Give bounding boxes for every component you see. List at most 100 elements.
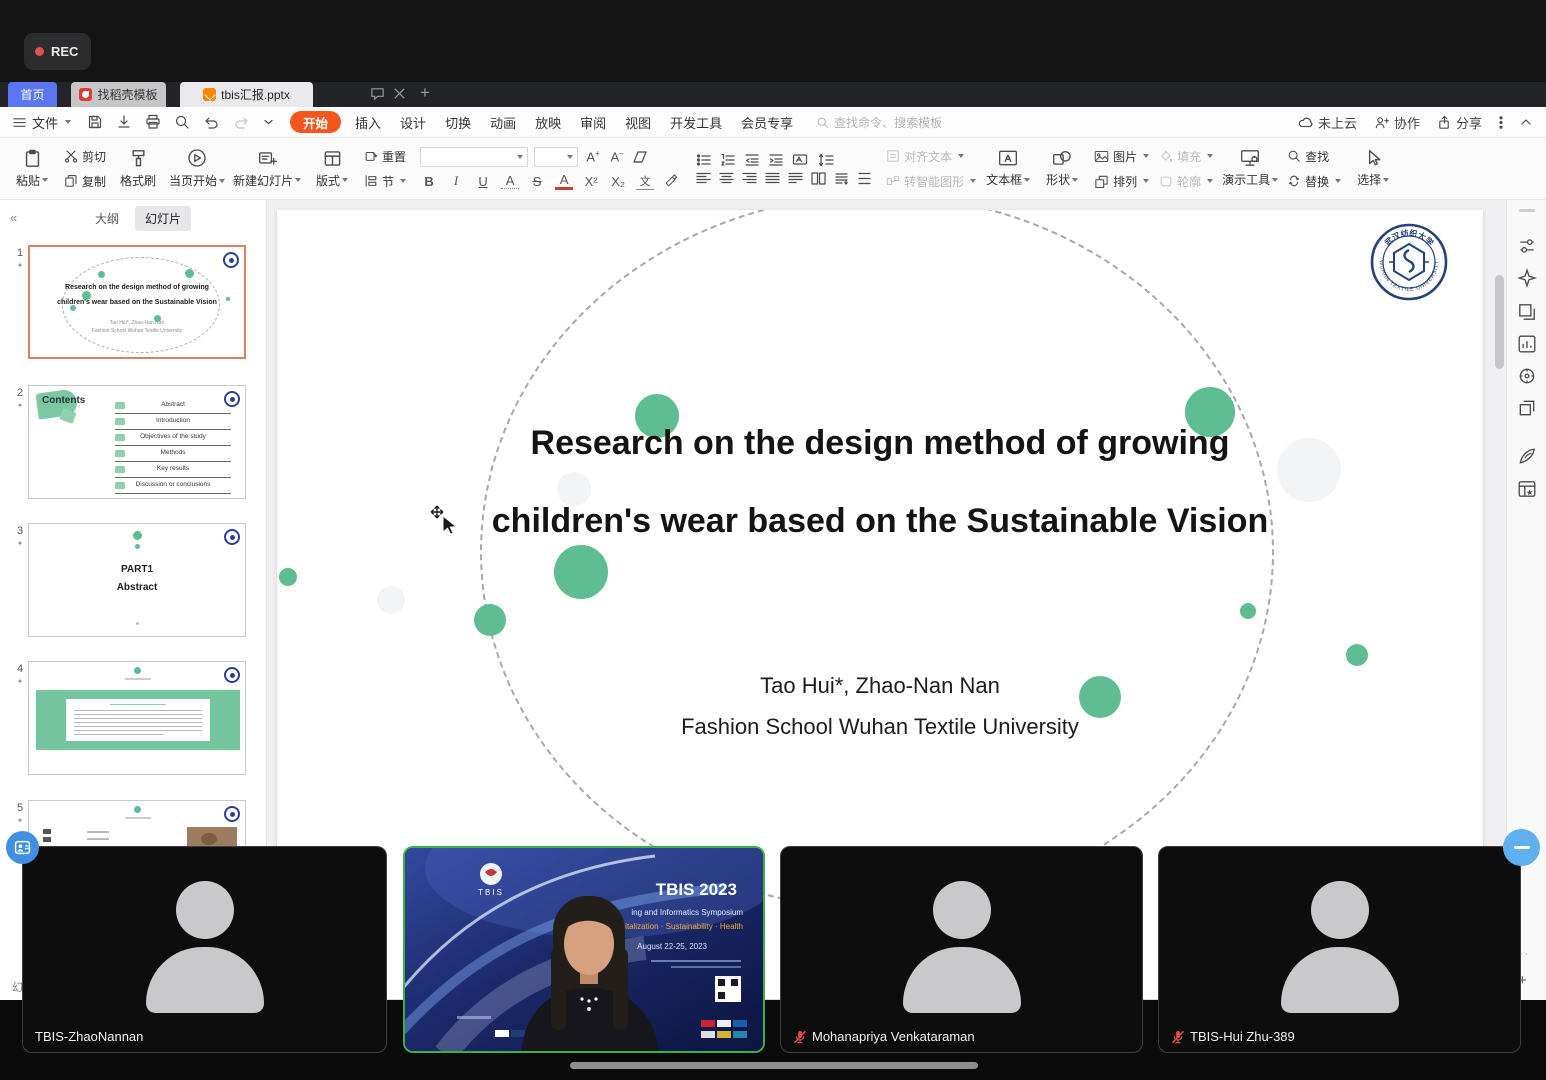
geometry-panel-icon[interactable] xyxy=(1517,366,1537,386)
undo-icon[interactable] xyxy=(203,114,220,130)
print-preview-icon[interactable] xyxy=(174,114,190,130)
italic-button[interactable]: I xyxy=(447,173,465,189)
tab-document[interactable]: tbis汇报.pptx xyxy=(180,82,313,107)
menu-item-home-active[interactable]: 开始 xyxy=(290,111,341,133)
replace-button[interactable]: 替换 xyxy=(1283,171,1345,192)
animation-panel-icon[interactable] xyxy=(1517,446,1537,466)
align-text-button[interactable]: 对齐文本 xyxy=(882,146,980,167)
meeting-contacts-button[interactable] xyxy=(6,831,39,864)
object-panel-icon[interactable] xyxy=(1517,398,1537,418)
arrange-button[interactable]: 排列 xyxy=(1090,171,1153,192)
collaborate-button[interactable]: 协作 xyxy=(1374,113,1420,132)
pinyin-guide-button[interactable]: 文 xyxy=(636,173,654,190)
presentation-tools-button[interactable]: 演示工具 xyxy=(1219,141,1281,197)
decor-circle[interactable] xyxy=(474,604,506,636)
convert-smartart-button[interactable]: 转智能图形 xyxy=(882,171,980,192)
fill-button[interactable]: 填充 xyxy=(1155,146,1217,167)
tab-outline[interactable]: 大纲 xyxy=(85,206,129,231)
close-tab-icon[interactable] xyxy=(392,86,407,101)
tab-template-store[interactable]: 找稻壳模板 xyxy=(71,82,166,107)
outline-button[interactable]: 轮廓 xyxy=(1155,171,1217,192)
line-spacing-icon[interactable] xyxy=(818,153,834,167)
slide-layout-panel-icon[interactable] xyxy=(1517,302,1537,322)
numbering-icon[interactable] xyxy=(720,153,736,167)
kebab-menu-icon[interactable] xyxy=(1499,115,1503,130)
font-family-select[interactable] xyxy=(420,147,528,167)
participant-tile-3[interactable]: Mohanapriya Venkataraman xyxy=(780,846,1143,1053)
shapes-button[interactable]: 形状 xyxy=(1036,141,1088,197)
justify-icon[interactable] xyxy=(765,172,780,185)
horizontal-scrollbar[interactable] xyxy=(570,1062,978,1069)
slide-thumbnail-3[interactable]: PART1 Abstract xyxy=(28,523,246,637)
university-logo[interactable]: 武汉纺织大学 WUHAN TEXTILE UNIVERSITY xyxy=(1369,222,1449,302)
print-icon[interactable] xyxy=(145,114,161,130)
slide-layout-button[interactable]: 版式 xyxy=(306,141,358,197)
columns-icon[interactable] xyxy=(811,172,826,185)
collapse-panel-button[interactable]: « xyxy=(10,210,17,225)
subscript-button[interactable]: X₂ xyxy=(609,174,627,189)
effects-icon[interactable] xyxy=(1517,268,1537,288)
picture-button[interactable]: 图片 xyxy=(1090,146,1153,167)
distribute-icon[interactable] xyxy=(788,172,803,185)
menu-item-slideshow[interactable]: 放映 xyxy=(535,113,561,132)
new-tab-button[interactable]: + xyxy=(420,83,430,103)
tab-home[interactable]: 首页 xyxy=(8,82,57,107)
participant-tile-2-active-speaker[interactable]: TBIS 2023 ing and Informatics Symposium … xyxy=(403,846,765,1053)
section-button[interactable]: 节 xyxy=(360,171,410,192)
more-commands-icon[interactable] xyxy=(263,118,274,126)
menu-item-review[interactable]: 审阅 xyxy=(580,113,606,132)
new-slide-button[interactable]: 新建幻灯片 xyxy=(230,141,304,197)
copy-button[interactable]: 复制 xyxy=(60,171,110,192)
menu-item-design[interactable]: 设计 xyxy=(400,113,426,132)
increase-font-icon[interactable]: A+ xyxy=(584,149,602,164)
slide-authors[interactable]: Tao Hui*, Zhao-Nan Nan xyxy=(277,673,1483,699)
collapse-ribbon-icon[interactable] xyxy=(1520,118,1532,126)
font-size-select[interactable] xyxy=(534,147,578,167)
menu-item-devtools[interactable]: 开发工具 xyxy=(670,113,722,132)
slide-title-line1[interactable]: Research on the design method of growing xyxy=(277,424,1483,463)
decrease-indent-icon[interactable] xyxy=(744,153,760,167)
align-left-icon[interactable] xyxy=(696,172,711,185)
sidebar-drag-handle[interactable] xyxy=(1519,209,1535,212)
command-search-box[interactable]: 查找命令、搜索模板 xyxy=(816,114,942,131)
bold-button[interactable]: B xyxy=(420,174,438,189)
char-border-button[interactable]: A xyxy=(501,173,519,189)
file-menu[interactable]: 文件 xyxy=(12,113,71,132)
participant-tile-1[interactable]: TBIS-ZhaoNannan xyxy=(22,846,387,1053)
slide-affiliation[interactable]: Fashion School Wuhan Textile University xyxy=(277,714,1483,740)
strikethrough-button[interactable]: S xyxy=(528,174,546,189)
decor-circle[interactable] xyxy=(554,545,608,599)
decrease-font-icon[interactable]: A– xyxy=(608,149,626,164)
text-spacing-icon[interactable] xyxy=(857,172,872,185)
chart-panel-icon[interactable] xyxy=(1517,334,1537,354)
reset-button[interactable]: 重置 xyxy=(360,146,410,167)
bullets-icon[interactable] xyxy=(696,153,712,167)
comment-icon[interactable] xyxy=(370,86,385,101)
tab-slides[interactable]: 幻灯片 xyxy=(135,206,191,231)
export-icon[interactable] xyxy=(116,114,132,130)
decor-circle[interactable] xyxy=(1240,603,1256,619)
clear-format-icon[interactable] xyxy=(632,150,648,164)
recording-indicator[interactable]: REC xyxy=(24,33,91,70)
slide-thumbnail-1[interactable]: Research on the design method of growing… xyxy=(28,245,246,359)
play-from-current-button[interactable]: 当页开始 xyxy=(166,141,228,197)
cut-button[interactable]: 剪切 xyxy=(60,146,110,167)
highlight-pen-icon[interactable] xyxy=(663,174,678,188)
menu-item-member[interactable]: 会员专享 xyxy=(741,113,793,132)
slide-thumbnail-2[interactable]: Contents Abstract Introduction Objective… xyxy=(28,385,246,499)
align-right-icon[interactable] xyxy=(742,172,757,185)
font-color-button[interactable]: A xyxy=(555,172,573,190)
object-properties-icon[interactable] xyxy=(1517,236,1537,256)
superscript-button[interactable]: X² xyxy=(582,174,600,189)
align-center-icon[interactable] xyxy=(719,172,734,185)
redo-icon[interactable] xyxy=(233,114,250,130)
menu-item-insert[interactable]: 插入 xyxy=(355,113,381,132)
find-button[interactable]: 查找 xyxy=(1283,146,1345,167)
decor-circle[interactable] xyxy=(1346,644,1368,666)
decor-circle[interactable] xyxy=(279,568,297,586)
increase-indent-icon[interactable] xyxy=(768,153,784,167)
menu-item-animation[interactable]: 动画 xyxy=(490,113,516,132)
template-panel-icon[interactable] xyxy=(1517,479,1537,499)
text-box-button[interactable]: 文本框 xyxy=(982,141,1034,197)
paste-button[interactable]: 粘贴 xyxy=(6,141,58,197)
